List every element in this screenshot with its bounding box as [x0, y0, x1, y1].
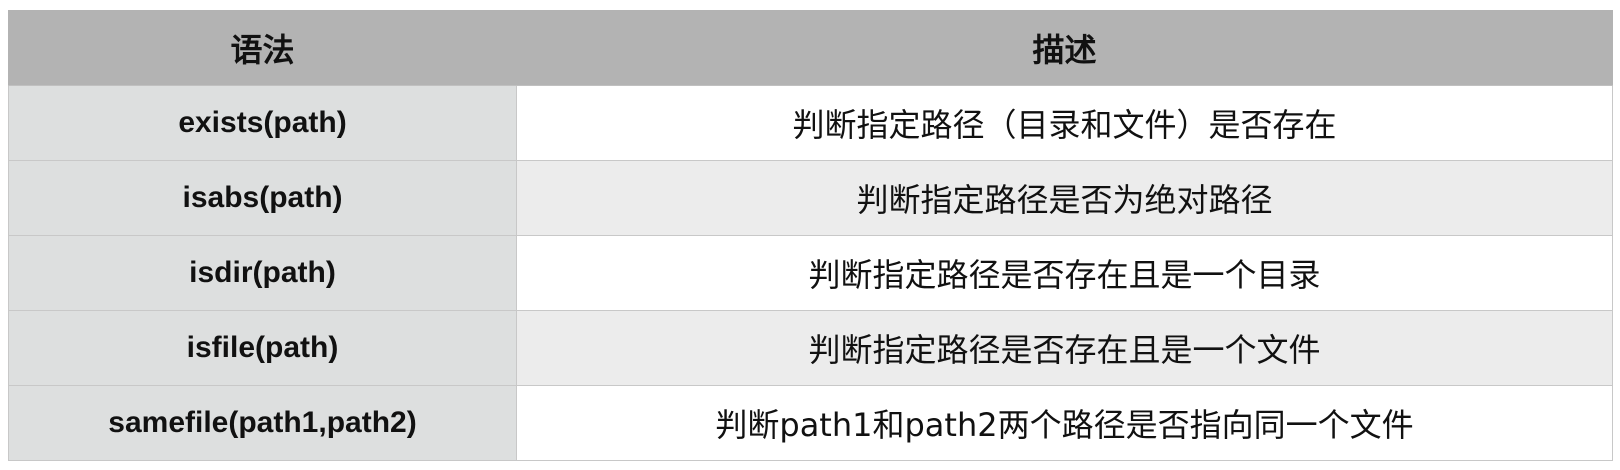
syntax-cell: exists(path)	[8, 85, 517, 161]
description-cell: 判断指定路径是否为绝对路径	[516, 160, 1613, 236]
description-cell: 判断指定路径是否存在且是一个目录	[516, 235, 1613, 311]
description-cell: 判断path1和path2两个路径是否指向同一个文件	[516, 385, 1613, 461]
table-row: samefile(path1,path2) 判断path1和path2两个路径是…	[8, 385, 1613, 461]
header-syntax: 语法	[8, 10, 517, 86]
table-row: isdir(path) 判断指定路径是否存在且是一个目录	[8, 235, 1613, 311]
syntax-table: 语法 描述 exists(path) 判断指定路径（目录和文件）是否存在 isa…	[8, 10, 1613, 461]
syntax-cell: isfile(path)	[8, 310, 517, 386]
syntax-cell: isdir(path)	[8, 235, 517, 311]
table-header-row: 语法 描述	[8, 10, 1613, 86]
syntax-table-container: 语法 描述 exists(path) 判断指定路径（目录和文件）是否存在 isa…	[8, 10, 1613, 461]
syntax-cell: isabs(path)	[8, 160, 517, 236]
header-description: 描述	[516, 10, 1613, 86]
table-row: exists(path) 判断指定路径（目录和文件）是否存在	[8, 85, 1613, 161]
description-cell: 判断指定路径（目录和文件）是否存在	[516, 85, 1613, 161]
syntax-cell: samefile(path1,path2)	[8, 385, 517, 461]
table-row: isabs(path) 判断指定路径是否为绝对路径	[8, 160, 1613, 236]
table-row: isfile(path) 判断指定路径是否存在且是一个文件	[8, 310, 1613, 386]
description-cell: 判断指定路径是否存在且是一个文件	[516, 310, 1613, 386]
